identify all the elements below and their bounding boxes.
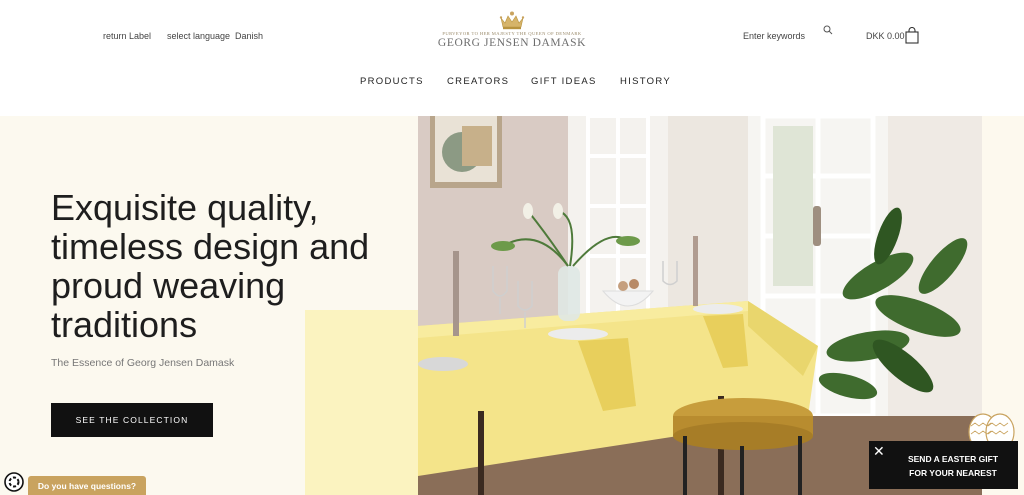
hero-subtitle: The Essence of Georg Jensen Damask: [51, 357, 235, 369]
see-collection-button[interactable]: SEE THE COLLECTION: [51, 403, 213, 437]
hero-title: Exquisite quality, timeless design and p…: [51, 187, 370, 345]
search-input[interactable]: Enter keywords: [743, 31, 805, 41]
logo-tagline: PURVEYOR TO HER MAJESTY THE QUEEN OF DEN…: [442, 31, 582, 36]
hero-dining-room-image: [418, 116, 982, 495]
nav-item-history[interactable]: HISTORY: [620, 76, 671, 87]
chat-widget-icon[interactable]: [4, 472, 24, 492]
site-header: return Label select language Danish PURV…: [0, 0, 1024, 116]
select-language-label[interactable]: select language: [167, 31, 230, 41]
promo-text: SEND A EASTER GIFT FOR YOUR NEAREST: [889, 452, 1017, 480]
promo-line-2: FOR YOUR NEAREST: [909, 468, 997, 478]
main-navigation: PRODUCTS CREATORS GIFT IDEAS HISTORY: [0, 76, 1024, 90]
shopping-bag-icon[interactable]: [905, 27, 919, 44]
chat-questions-button[interactable]: Do you have questions?: [28, 476, 146, 495]
nav-item-gift-ideas[interactable]: GIFT IDEAS: [531, 76, 597, 87]
language-selector[interactable]: Danish: [235, 31, 263, 41]
nav-item-creators[interactable]: CREATORS: [447, 76, 509, 87]
easter-gift-promo[interactable]: ✕ SEND A EASTER GIFT FOR YOUR NEAREST: [869, 441, 1018, 489]
return-label-link[interactable]: return Label: [103, 31, 151, 41]
close-icon[interactable]: ✕: [873, 444, 885, 458]
promo-line-1: SEND A EASTER GIFT: [907, 454, 999, 464]
brand-logo[interactable]: PURVEYOR TO HER MAJESTY THE QUEEN OF DEN…: [437, 10, 587, 49]
cart-total[interactable]: DKK 0.00: [866, 31, 905, 41]
nav-item-products[interactable]: PRODUCTS: [360, 76, 424, 87]
crown-icon: [499, 11, 525, 30]
search-icon[interactable]: [823, 25, 833, 35]
logo-wordmark: GEORG JENSEN DAMASK: [437, 37, 587, 49]
